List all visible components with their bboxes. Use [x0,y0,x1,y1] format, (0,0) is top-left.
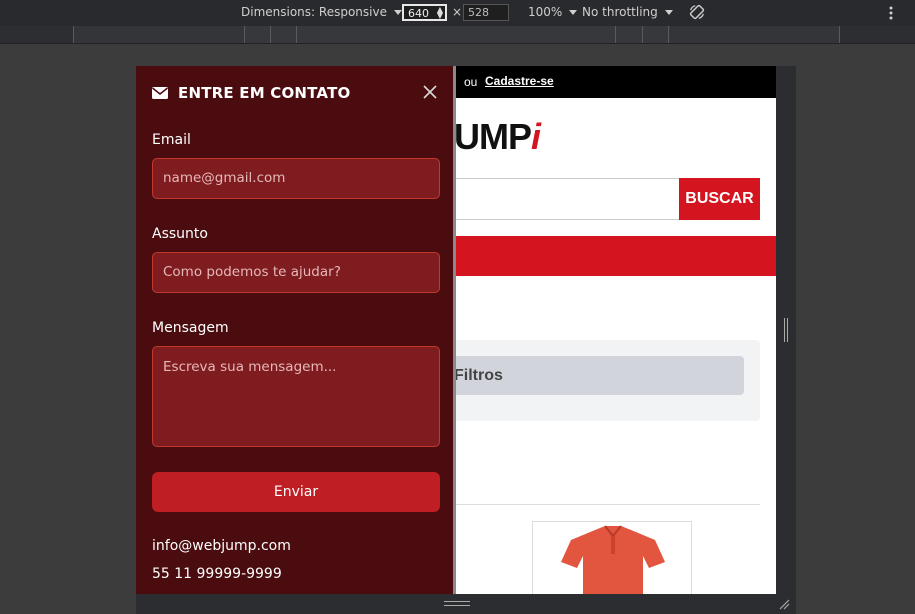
ruler-tick [668,26,669,43]
message-textarea[interactable]: Escreva sua mensagem... [152,346,440,447]
emulated-viewport: ou Cadastre-se UMPi BUSCAR Filtros ENTRE… [136,66,776,594]
search-button[interactable]: BUSCAR [679,178,760,220]
send-button[interactable]: Enviar [152,472,440,512]
email-label: Email [152,132,191,148]
chevron-down-icon [569,9,578,15]
dimensions-label: Dimensions: Responsive [241,5,387,19]
logo-text: UMP [454,116,532,157]
email-placeholder: name@gmail.com [163,170,286,186]
contact-phone[interactable]: 55 11 99999-9999 [152,566,282,582]
site-logo[interactable]: UMPi [454,116,541,158]
product-card[interactable] [532,521,692,594]
width-value: 640 [408,7,429,20]
product-image [561,525,665,594]
ruler-tick [73,26,74,43]
resize-grip [444,601,470,606]
viewport-resize-handle-bottom[interactable] [136,594,796,614]
message-placeholder: Escreva sua mensagem... [163,359,337,375]
logo-accent: i [531,116,541,157]
resize-grip [784,318,788,342]
dimensions-dropdown[interactable]: Dimensions: Responsive [241,5,402,19]
dimension-separator: × [452,5,463,19]
height-value: 528 [468,6,489,19]
ruler-tick [642,26,643,43]
email-field[interactable]: name@gmail.com [152,158,440,199]
ruler-tick [244,26,245,43]
envelope-icon [152,87,168,99]
throttling-dropdown[interactable]: No throttling [582,5,673,19]
drawer-header: ENTRE EM CONTATO [152,84,350,102]
corner-resize-icon[interactable] [778,598,790,610]
subject-label: Assunto [152,226,208,242]
ruler-segment[interactable] [244,26,670,43]
ruler-tick [296,26,297,43]
search-input[interactable] [436,178,679,220]
zoom-label: 100% [528,5,563,19]
ruler-tick [839,26,840,43]
divider [436,504,760,505]
subject-placeholder: Como podemos te ajudar? [163,264,341,280]
devtools-device-toolbar: Dimensions: Responsive 640 ▲ ▼ × 528 100%… [0,0,915,26]
rotate-icon[interactable] [688,3,706,21]
message-label: Mensagem [152,320,229,336]
zoom-dropdown[interactable]: 100% [528,5,578,19]
width-input[interactable]: 640 ▲ ▼ [402,4,447,21]
ruler-tick [270,26,271,43]
spinner-icon[interactable]: ▲ ▼ [437,6,443,20]
contact-drawer: ENTRE EM CONTATO Email name@gmail.com As… [136,66,454,594]
subject-field[interactable]: Como podemos te ajudar? [152,252,440,293]
viewport-resize-handle-right[interactable] [776,66,796,594]
signup-link[interactable]: Cadastre-se [485,74,554,88]
drawer-scroll-edge [453,66,456,594]
chevron-down-icon [393,9,402,15]
close-icon[interactable] [422,84,438,100]
filters-button[interactable]: Filtros [436,356,744,395]
media-query-ruler [0,26,915,44]
throttling-label: No throttling [582,5,658,19]
height-input[interactable]: 528 [463,4,509,21]
or-text: ou [464,75,478,89]
ruler-tick [615,26,616,43]
chevron-down-icon [664,9,673,15]
contact-email[interactable]: info@webjump.com [152,538,291,554]
drawer-title: ENTRE EM CONTATO [178,84,351,102]
more-options-icon[interactable] [886,5,896,21]
